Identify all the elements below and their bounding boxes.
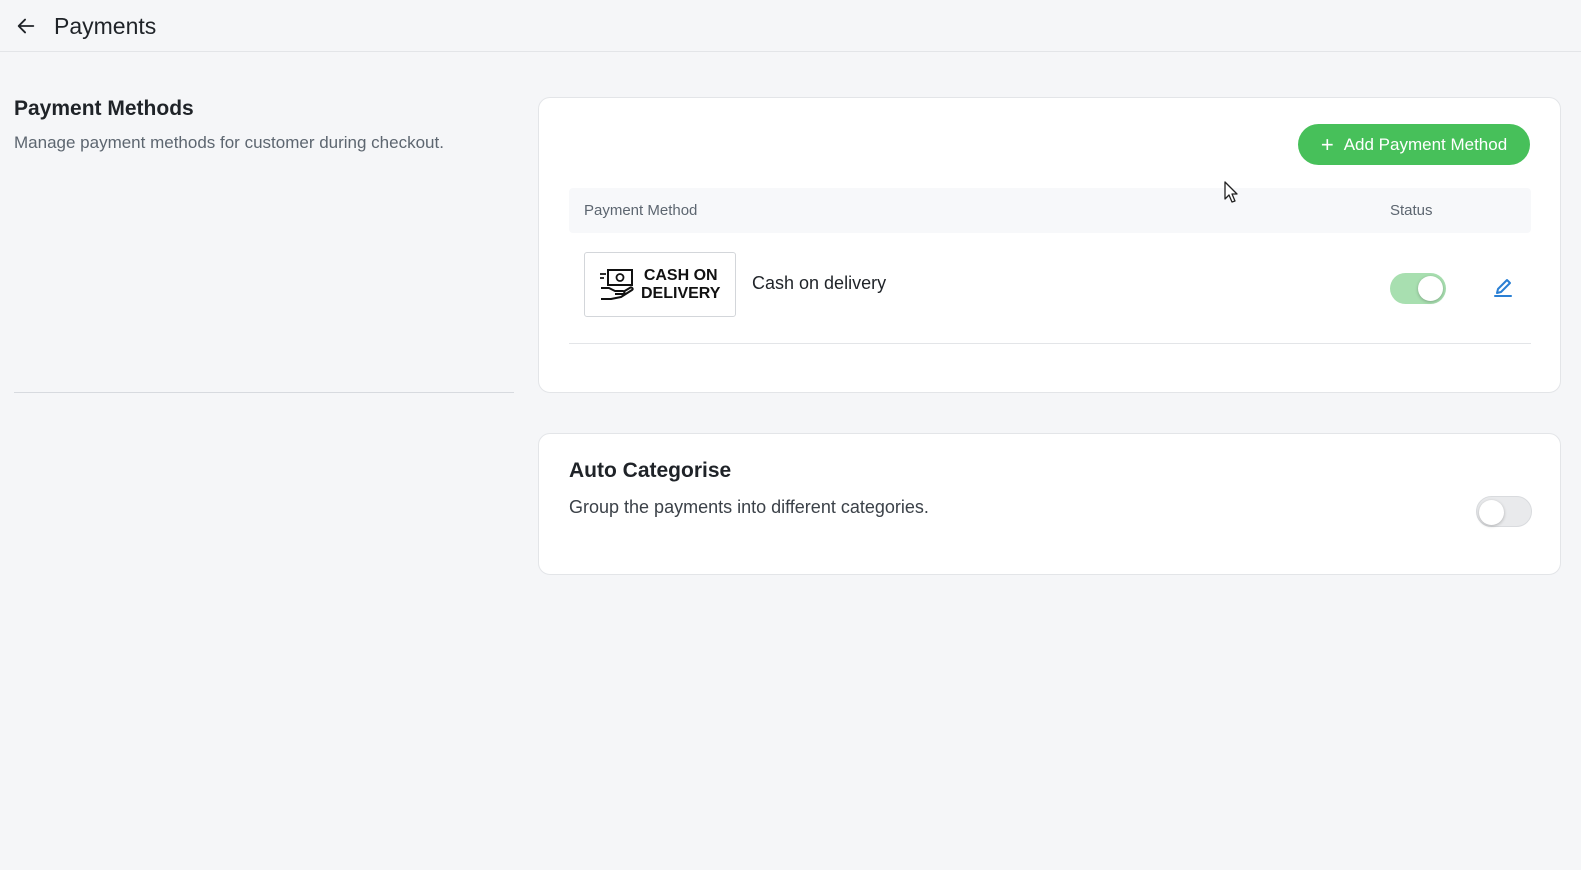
payment-method-name: Cash on delivery (752, 273, 887, 293)
logo-text: CASH ON DELIVERY (641, 267, 720, 303)
mouse-cursor-icon (1224, 181, 1238, 203)
column-header-status: Status (1390, 202, 1433, 219)
payment-methods-intro: Payment Methods Manage payment methods f… (14, 97, 514, 153)
back-button[interactable] (12, 12, 40, 40)
auto-categorise-card: Auto Categorise Group the payments into … (538, 433, 1561, 575)
payment-methods-title: Payment Methods (14, 97, 194, 120)
toggle-knob (1418, 276, 1443, 301)
edit-button[interactable] (1489, 274, 1517, 302)
arrow-left-icon (17, 18, 35, 34)
payment-methods-description: Manage payment methods for customer duri… (14, 133, 444, 152)
auto-categorise-toggle[interactable] (1476, 496, 1532, 527)
auto-categorise-title: Auto Categorise (569, 459, 732, 482)
table-header: Payment Method Status (569, 188, 1531, 233)
plus-icon: + (1320, 131, 1334, 157)
page-title: Payments (54, 13, 157, 39)
logo-text-line1: CASH ON (643, 266, 718, 284)
table-row: CASH ON DELIVERY Cash on delivery (569, 233, 1531, 344)
top-bar: Payments (0, 0, 1581, 52)
toggle-knob (1479, 500, 1504, 525)
status-toggle[interactable] (1390, 273, 1446, 304)
auto-categorise-description: Group the payments into different catego… (569, 497, 929, 517)
cash-on-delivery-logo: CASH ON DELIVERY (584, 252, 736, 317)
cash-hand-icon (600, 268, 634, 300)
section-divider (14, 392, 514, 393)
payment-methods-card: + Add Payment Method Payment Method Stat… (538, 97, 1561, 393)
add-payment-method-label: Add Payment Method (1343, 134, 1508, 154)
logo-text-line2: DELIVERY (641, 284, 721, 302)
pencil-icon (1494, 279, 1512, 297)
add-payment-method-button[interactable]: + Add Payment Method (1298, 124, 1530, 165)
column-header-payment-method: Payment Method (584, 202, 698, 219)
